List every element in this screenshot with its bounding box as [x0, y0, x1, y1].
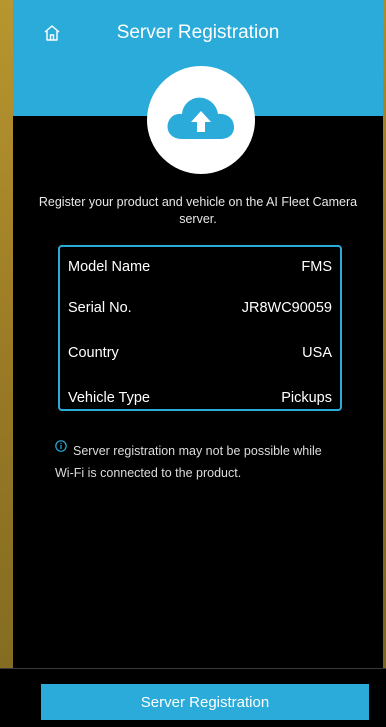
country-label: Country	[68, 345, 119, 361]
notice-line-2: Wi-Fi is connected to the product.	[55, 466, 242, 480]
model-name-label: Model Name	[68, 259, 151, 275]
notice-text: Server registration may not be possible …	[55, 440, 375, 484]
server-registration-button[interactable]: Server Registration	[41, 684, 369, 720]
info-row-vehicle-type: Vehicle Type Pickups	[68, 388, 332, 408]
info-icon	[55, 440, 67, 452]
notice-line-1: Server registration may not be possible …	[73, 444, 322, 458]
country-value: USA	[302, 345, 332, 361]
bottom-divider	[0, 668, 386, 669]
serial-no-value: JR8WC90059	[241, 300, 332, 316]
vehicle-type-label: Vehicle Type	[68, 390, 150, 406]
upload-badge	[147, 66, 255, 174]
info-row-country: Country USA	[68, 343, 332, 363]
info-row-serial: Serial No. JR8WC90059	[68, 298, 332, 318]
intro-text: Register your product and vehicle on the…	[38, 195, 358, 226]
app-screen: Server Registration Register your produc…	[13, 0, 383, 668]
page-title: Server Registration	[116, 22, 280, 43]
model-name-value: FMS	[301, 259, 332, 275]
serial-no-label: Serial No.	[68, 300, 132, 316]
cloud-upload-icon	[167, 97, 234, 139]
wifi-notice: Server registration may not be possible …	[55, 440, 375, 484]
registration-info-box: Model Name FMS Serial No. JR8WC90059 Cou…	[58, 245, 342, 411]
vehicle-type-value: Pickups	[281, 390, 332, 406]
info-row-model: Model Name FMS	[68, 257, 332, 277]
